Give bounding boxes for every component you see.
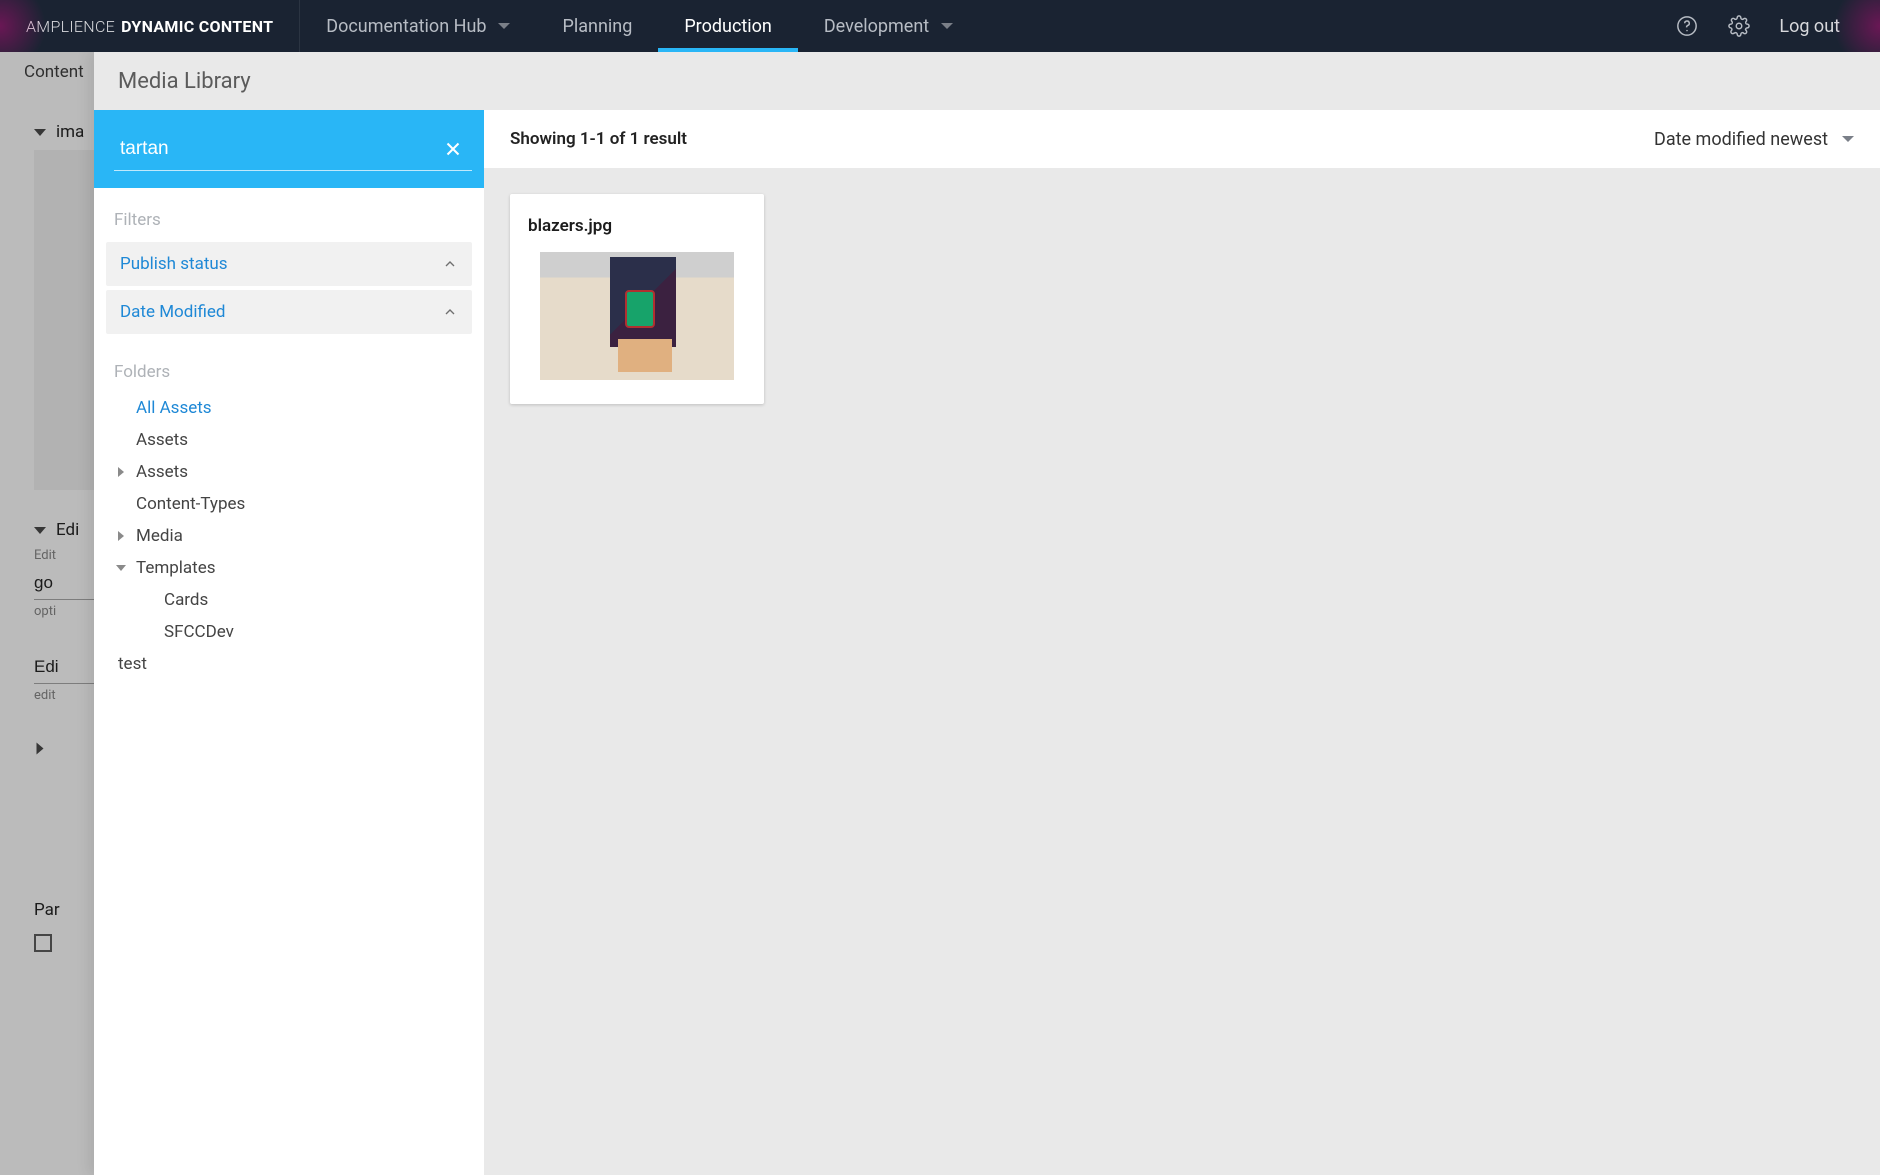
nav-label: Development: [824, 16, 929, 37]
logout-link[interactable]: Log out: [1779, 16, 1840, 37]
nav-label: Documentation Hub: [326, 16, 486, 37]
folder-child[interactable]: SFCCDev: [106, 616, 472, 648]
chevron-down-icon: [941, 23, 953, 29]
close-icon[interactable]: [442, 138, 464, 160]
nav-planning[interactable]: Planning: [536, 0, 658, 52]
nav-label: Planning: [562, 16, 632, 37]
folder-item[interactable]: test: [106, 648, 472, 680]
brand-light: AMPLIENCE: [26, 17, 115, 36]
nav-documentation-hub[interactable]: Documentation Hub: [300, 0, 536, 52]
modal-title: Media Library: [118, 69, 251, 94]
top-bar-right: Log out: [1675, 0, 1880, 52]
folder-item[interactable]: Content-Types: [106, 488, 472, 520]
chevron-up-icon: [442, 256, 458, 272]
media-thumbnail: [540, 252, 734, 380]
folder-child[interactable]: Cards: [106, 584, 472, 616]
folder-tree: All Assets Assets Assets Content-Types M…: [106, 392, 472, 680]
search-input[interactable]: [114, 128, 472, 171]
filter-label: Date Modified: [120, 302, 225, 322]
chevron-right-icon: [118, 467, 124, 477]
filters-label: Filters: [106, 210, 472, 242]
chevron-down-icon: [116, 565, 126, 571]
top-nav: Documentation Hub Planning Production De…: [300, 0, 979, 52]
results-count: Showing 1-1 of 1 result: [510, 129, 687, 149]
chevron-right-icon: [118, 531, 124, 541]
folder-all-assets[interactable]: All Assets: [106, 392, 472, 424]
chevron-up-icon: [442, 304, 458, 320]
filter-date-modified[interactable]: Date Modified: [106, 290, 472, 334]
nav-production[interactable]: Production: [658, 0, 798, 52]
brand: AMPLIENCE DYNAMIC CONTENT: [0, 0, 300, 52]
top-bar: AMPLIENCE DYNAMIC CONTENT Documentation …: [0, 0, 1880, 52]
filter-label: Publish status: [120, 254, 228, 274]
folders-section: Folders All Assets Assets Assets Content…: [94, 344, 484, 680]
folder-item[interactable]: Assets: [106, 424, 472, 456]
gear-icon[interactable]: [1727, 14, 1751, 38]
search-bar: [94, 110, 484, 188]
chevron-down-icon: [1842, 136, 1854, 142]
sort-dropdown[interactable]: Date modified newest: [1654, 129, 1854, 150]
nav-label: Production: [684, 16, 772, 37]
modal-header: Media Library: [94, 52, 1880, 110]
media-card[interactable]: blazers.jpg: [510, 194, 764, 404]
results-panel: Showing 1-1 of 1 result Date modified ne…: [484, 110, 1880, 1175]
chevron-down-icon: [498, 23, 510, 29]
folders-label: Folders: [106, 362, 472, 392]
media-library-modal: Media Library Filters Publish status: [94, 52, 1880, 1175]
nav-development[interactable]: Development: [798, 0, 979, 52]
help-icon[interactable]: [1675, 14, 1699, 38]
filters-section: Filters Publish status Date Modified: [94, 188, 484, 344]
results-grid: blazers.jpg: [484, 168, 1880, 430]
filter-publish-status[interactable]: Publish status: [106, 242, 472, 286]
media-sidebar: Filters Publish status Date Modified Fol…: [94, 110, 484, 1175]
folder-item[interactable]: Media: [106, 520, 472, 552]
brand-bold: DYNAMIC CONTENT: [121, 17, 273, 36]
folder-item-templates[interactable]: Templates: [106, 552, 472, 584]
folder-item[interactable]: Assets: [106, 456, 472, 488]
media-card-title: blazers.jpg: [524, 216, 750, 236]
results-toolbar: Showing 1-1 of 1 result Date modified ne…: [484, 110, 1880, 168]
sort-label: Date modified newest: [1654, 129, 1828, 150]
